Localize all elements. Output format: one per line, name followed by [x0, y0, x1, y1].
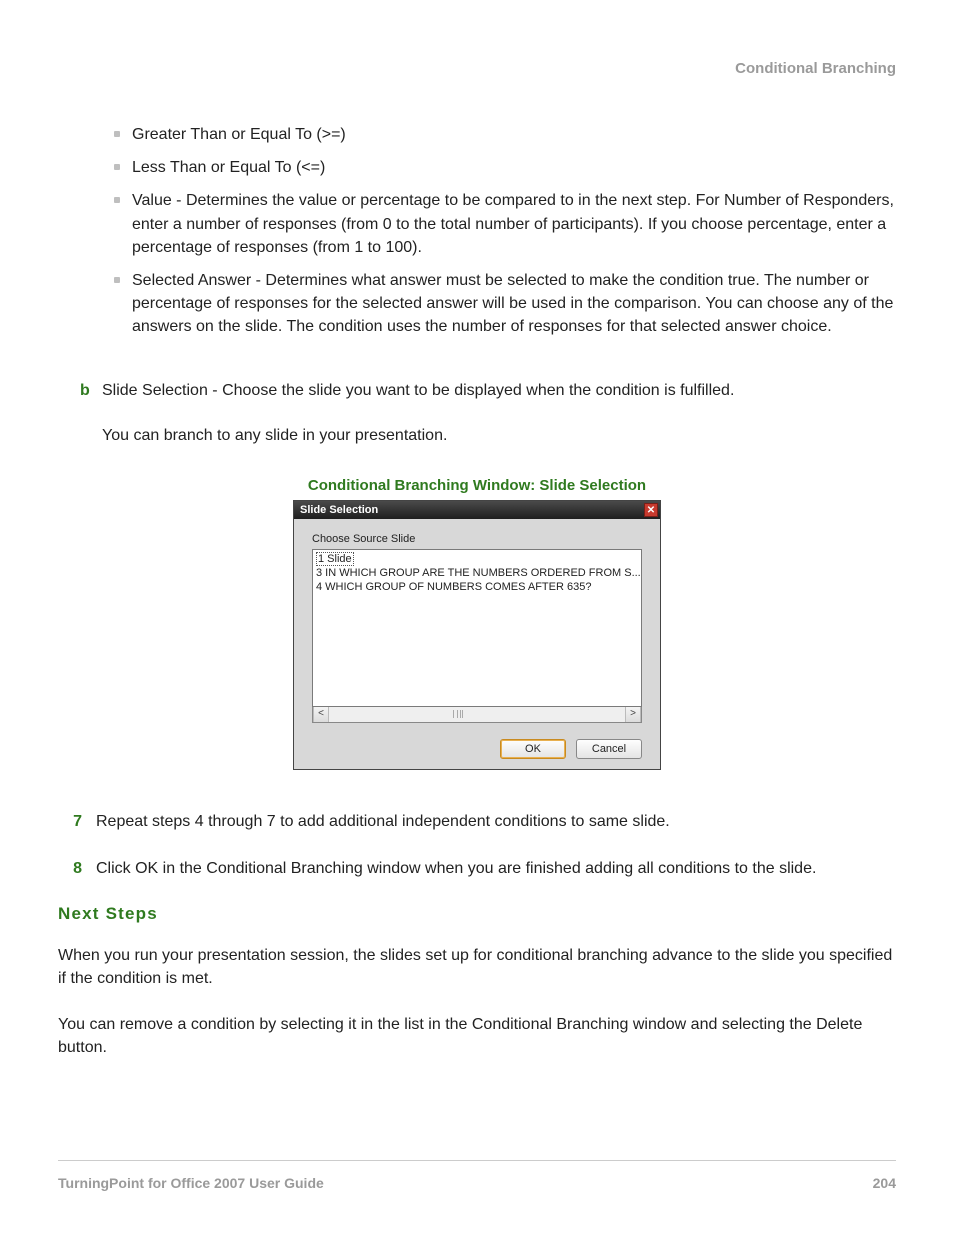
bullet-icon [114, 131, 120, 137]
bullet-item: Less Than or Equal To (<=) [114, 156, 896, 179]
step-b: b Slide Selection - Choose the slide you… [80, 379, 896, 402]
next-steps-heading: Next Steps [58, 904, 896, 924]
step-b-note: You can branch to any slide in your pres… [102, 424, 896, 447]
scroll-track[interactable] [329, 707, 625, 722]
bullet-list: Greater Than or Equal To (>=) Less Than … [114, 123, 896, 339]
bullet-item: Selected Answer - Determines what answer… [114, 269, 896, 339]
dialog-titlebar: Slide Selection ✕ [294, 501, 660, 519]
list-item[interactable]: 1 Slide [316, 552, 638, 566]
page-footer: TurningPoint for Office 2007 User Guide … [58, 1175, 896, 1191]
scroll-grip-icon [453, 710, 463, 718]
bullet-text: Selected Answer - Determines what answer… [132, 269, 896, 339]
scroll-left-icon[interactable]: < [313, 707, 329, 722]
bullet-text: Less Than or Equal To (<=) [132, 156, 896, 179]
footer-divider [58, 1160, 896, 1161]
horizontal-scrollbar[interactable]: < > [312, 707, 642, 723]
slide-selection-dialog: Slide Selection ✕ Choose Source Slide 1 … [293, 500, 661, 770]
step-8: 8 Click OK in the Conditional Branching … [58, 857, 896, 880]
step-text: Click OK in the Conditional Branching wi… [96, 857, 816, 880]
bullet-icon [114, 164, 120, 170]
dialog-title: Slide Selection [300, 504, 644, 516]
bullet-icon [114, 197, 120, 203]
step-number: 7 [58, 810, 82, 833]
cancel-button[interactable]: Cancel [576, 739, 642, 759]
step-7: 7 Repeat steps 4 through 7 to add additi… [58, 810, 896, 833]
figure-caption: Conditional Branching Window: Slide Sele… [58, 477, 896, 494]
scroll-right-icon[interactable]: > [625, 707, 641, 722]
footer-title: TurningPoint for Office 2007 User Guide [58, 1175, 324, 1191]
list-item-selected[interactable]: 1 Slide [316, 552, 354, 566]
page-number: 204 [873, 1175, 896, 1191]
section-header: Conditional Branching [58, 60, 896, 77]
step-text: Repeat steps 4 through 7 to add addition… [96, 810, 670, 833]
bullet-icon [114, 277, 120, 283]
source-slide-listbox[interactable]: 1 Slide 3 IN WHICH GROUP ARE THE NUMBERS… [312, 549, 642, 707]
step-label: b [80, 379, 102, 402]
bullet-item: Value - Determines the value or percenta… [114, 189, 896, 259]
list-item[interactable]: 4 WHICH GROUP OF NUMBERS COMES AFTER 635… [316, 580, 638, 594]
next-steps-p1: When you run your presentation session, … [58, 944, 896, 990]
next-steps-p2: You can remove a condition by selecting … [58, 1013, 896, 1059]
list-item[interactable]: 3 IN WHICH GROUP ARE THE NUMBERS ORDERED… [316, 566, 638, 580]
bullet-item: Greater Than or Equal To (>=) [114, 123, 896, 146]
step-number: 8 [58, 857, 82, 880]
choose-source-label: Choose Source Slide [312, 533, 642, 545]
bullet-text: Greater Than or Equal To (>=) [132, 123, 896, 146]
bullet-text: Value - Determines the value or percenta… [132, 189, 896, 259]
ok-button[interactable]: OK [500, 739, 566, 759]
close-icon[interactable]: ✕ [644, 503, 658, 517]
step-text: Slide Selection - Choose the slide you w… [102, 379, 734, 402]
